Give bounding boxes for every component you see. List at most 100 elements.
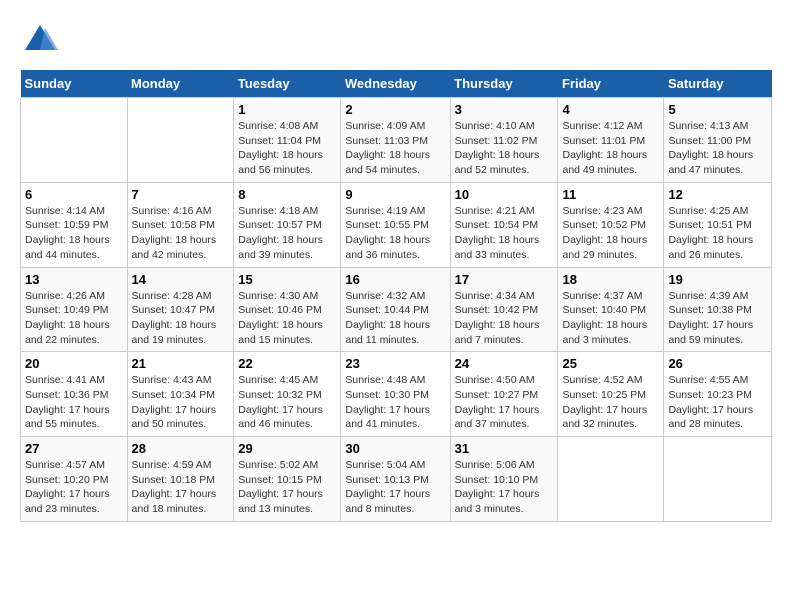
day-info: Sunrise: 4:16 AMSunset: 10:58 PMDaylight… (132, 204, 230, 263)
calendar-cell: 29Sunrise: 5:02 AMSunset: 10:15 PMDaylig… (234, 437, 341, 522)
day-info: Sunrise: 4:08 AMSunset: 11:04 PMDaylight… (238, 119, 336, 178)
day-info: Sunrise: 4:41 AMSunset: 10:36 PMDaylight… (25, 373, 123, 432)
day-info: Sunrise: 4:57 AMSunset: 10:20 PMDaylight… (25, 458, 123, 517)
calendar-week-4: 20 Sunrise: 4:41 AMSunset: 10:36 PMDaylig… (21, 352, 772, 437)
calendar-cell: 26Sunrise: 4:55 AMSunset: 10:23 PMDaylig… (664, 352, 772, 437)
day-number: 4 (562, 102, 659, 117)
calendar-cell: 20 Sunrise: 4:41 AMSunset: 10:36 PMDaylig… (21, 352, 128, 437)
day-info: Sunrise: 4:32 AMSunset: 10:44 PMDaylight… (345, 289, 445, 348)
day-number: 25 (562, 356, 659, 371)
day-number: 9 (345, 187, 445, 202)
day-info: Sunrise: 4:12 AMSunset: 11:01 PMDaylight… (562, 119, 659, 178)
day-number: 13 (25, 272, 123, 287)
day-info: Sunrise: 4:21 AMSunset: 10:54 PMDaylight… (455, 204, 554, 263)
day-info: Sunrise: 4:18 AMSunset: 10:57 PMDaylight… (238, 204, 336, 263)
day-number: 18 (562, 272, 659, 287)
day-number: 2 (345, 102, 445, 117)
calendar-cell: 27 Sunrise: 4:57 AMSunset: 10:20 PMDaylig… (21, 437, 128, 522)
day-number: 27 (25, 441, 123, 456)
calendar-week-2: 6 Sunrise: 4:14 AMSunset: 10:59 PMDayligh… (21, 182, 772, 267)
day-info: Sunrise: 4:37 AMSunset: 10:40 PMDaylight… (562, 289, 659, 348)
day-info: Sunrise: 4:39 AMSunset: 10:38 PMDaylight… (668, 289, 767, 348)
calendar-cell: 8 Sunrise: 4:18 AMSunset: 10:57 PMDayligh… (234, 182, 341, 267)
day-info: Sunrise: 5:04 AMSunset: 10:13 PMDaylight… (345, 458, 445, 517)
day-info: Sunrise: 4:13 AMSunset: 11:00 PMDaylight… (668, 119, 767, 178)
day-number: 23 (345, 356, 445, 371)
calendar-cell: 1 Sunrise: 4:08 AMSunset: 11:04 PMDayligh… (234, 98, 341, 183)
calendar-cell: 14 Sunrise: 4:28 AMSunset: 10:47 PMDaylig… (127, 267, 234, 352)
day-number: 16 (345, 272, 445, 287)
day-info: Sunrise: 4:09 AMSunset: 11:03 PMDaylight… (345, 119, 445, 178)
day-number: 31 (455, 441, 554, 456)
calendar-cell: 9Sunrise: 4:19 AMSunset: 10:55 PMDayligh… (341, 182, 450, 267)
day-number: 19 (668, 272, 767, 287)
day-number: 12 (668, 187, 767, 202)
calendar-cell (664, 437, 772, 522)
day-info: Sunrise: 4:50 AMSunset: 10:27 PMDaylight… (455, 373, 554, 432)
day-info: Sunrise: 4:45 AMSunset: 10:32 PMDaylight… (238, 373, 336, 432)
day-number: 20 (25, 356, 123, 371)
day-info: Sunrise: 4:14 AMSunset: 10:59 PMDaylight… (25, 204, 123, 263)
day-info: Sunrise: 4:30 AMSunset: 10:46 PMDaylight… (238, 289, 336, 348)
day-number: 30 (345, 441, 445, 456)
day-number: 5 (668, 102, 767, 117)
day-header-tuesday: Tuesday (234, 70, 341, 98)
page-header (20, 20, 772, 60)
day-number: 10 (455, 187, 554, 202)
day-info: Sunrise: 4:52 AMSunset: 10:25 PMDaylight… (562, 373, 659, 432)
calendar-cell: 12 Sunrise: 4:25 AMSunset: 10:51 PMDaylig… (664, 182, 772, 267)
day-info: Sunrise: 4:25 AMSunset: 10:51 PMDaylight… (668, 204, 767, 263)
calendar-cell: 10 Sunrise: 4:21 AMSunset: 10:54 PMDaylig… (450, 182, 558, 267)
calendar-cell: 21Sunrise: 4:43 AMSunset: 10:34 PMDaylig… (127, 352, 234, 437)
day-number: 6 (25, 187, 123, 202)
calendar-cell: 31 Sunrise: 5:06 AMSunset: 10:10 PMDaylig… (450, 437, 558, 522)
calendar-cell: 22 Sunrise: 4:45 AMSunset: 10:32 PMDaylig… (234, 352, 341, 437)
calendar-cell: 24 Sunrise: 4:50 AMSunset: 10:27 PMDaylig… (450, 352, 558, 437)
day-header-friday: Friday (558, 70, 664, 98)
logo-icon (20, 20, 60, 60)
calendar-cell: 28 Sunrise: 4:59 AMSunset: 10:18 PMDaylig… (127, 437, 234, 522)
day-number: 7 (132, 187, 230, 202)
day-info: Sunrise: 4:23 AMSunset: 10:52 PMDaylight… (562, 204, 659, 263)
day-number: 1 (238, 102, 336, 117)
day-info: Sunrise: 4:34 AMSunset: 10:42 PMDaylight… (455, 289, 554, 348)
day-header-saturday: Saturday (664, 70, 772, 98)
calendar-header-row: SundayMondayTuesdayWednesdayThursdayFrid… (21, 70, 772, 98)
day-info: Sunrise: 5:02 AMSunset: 10:15 PMDaylight… (238, 458, 336, 517)
calendar-cell: 13 Sunrise: 4:26 AMSunset: 10:49 PMDaylig… (21, 267, 128, 352)
day-info: Sunrise: 4:26 AMSunset: 10:49 PMDaylight… (25, 289, 123, 348)
calendar-cell: 6 Sunrise: 4:14 AMSunset: 10:59 PMDayligh… (21, 182, 128, 267)
day-number: 28 (132, 441, 230, 456)
day-number: 14 (132, 272, 230, 287)
calendar-cell (21, 98, 128, 183)
calendar-table: SundayMondayTuesdayWednesdayThursdayFrid… (20, 70, 772, 522)
calendar-cell: 19 Sunrise: 4:39 AMSunset: 10:38 PMDaylig… (664, 267, 772, 352)
calendar-week-3: 13 Sunrise: 4:26 AMSunset: 10:49 PMDaylig… (21, 267, 772, 352)
calendar-week-5: 27 Sunrise: 4:57 AMSunset: 10:20 PMDaylig… (21, 437, 772, 522)
day-info: Sunrise: 5:06 AMSunset: 10:10 PMDaylight… (455, 458, 554, 517)
day-number: 8 (238, 187, 336, 202)
calendar-cell: 23 Sunrise: 4:48 AMSunset: 10:30 PMDaylig… (341, 352, 450, 437)
day-header-sunday: Sunday (21, 70, 128, 98)
day-info: Sunrise: 4:28 AMSunset: 10:47 PMDaylight… (132, 289, 230, 348)
day-number: 17 (455, 272, 554, 287)
day-number: 15 (238, 272, 336, 287)
day-number: 21 (132, 356, 230, 371)
day-info: Sunrise: 4:48 AMSunset: 10:30 PMDaylight… (345, 373, 445, 432)
day-info: Sunrise: 4:10 AMSunset: 11:02 PMDaylight… (455, 119, 554, 178)
calendar-cell: 15 Sunrise: 4:30 AMSunset: 10:46 PMDaylig… (234, 267, 341, 352)
calendar-week-1: 1 Sunrise: 4:08 AMSunset: 11:04 PMDayligh… (21, 98, 772, 183)
day-number: 22 (238, 356, 336, 371)
calendar-cell: 25 Sunrise: 4:52 AMSunset: 10:25 PMDaylig… (558, 352, 664, 437)
calendar-cell: 17 Sunrise: 4:34 AMSunset: 10:42 PMDaylig… (450, 267, 558, 352)
day-info: Sunrise: 4:59 AMSunset: 10:18 PMDaylight… (132, 458, 230, 517)
day-number: 26 (668, 356, 767, 371)
day-number: 11 (562, 187, 659, 202)
calendar-cell: 3Sunrise: 4:10 AMSunset: 11:02 PMDayligh… (450, 98, 558, 183)
day-number: 24 (455, 356, 554, 371)
calendar-cell: 16 Sunrise: 4:32 AMSunset: 10:44 PMDaylig… (341, 267, 450, 352)
calendar-cell: 18 Sunrise: 4:37 AMSunset: 10:40 PMDaylig… (558, 267, 664, 352)
logo (20, 20, 62, 60)
calendar-cell (127, 98, 234, 183)
calendar-cell: 5 Sunrise: 4:13 AMSunset: 11:00 PMDayligh… (664, 98, 772, 183)
